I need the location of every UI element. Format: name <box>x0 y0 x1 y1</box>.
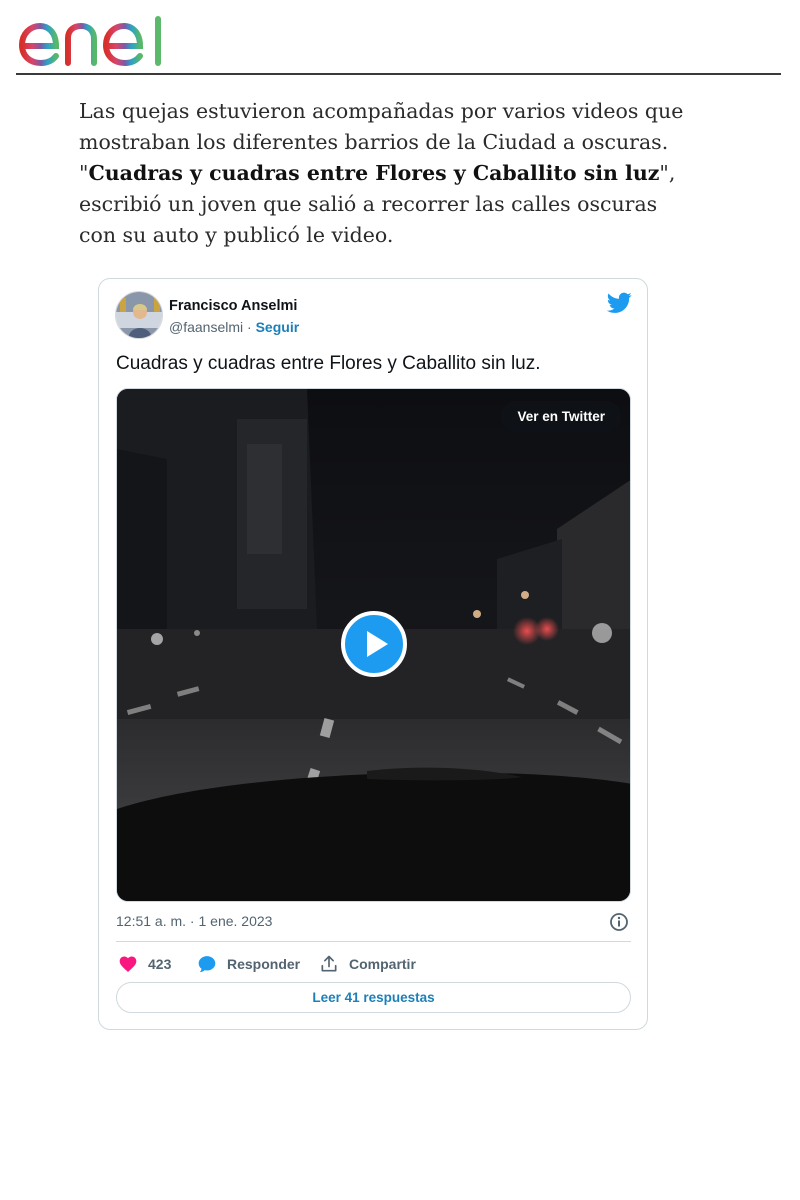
article-quote: Cuadras y cuadras entre Flores y Caballi… <box>88 161 660 185</box>
author-meta: @faanselmi · Seguir <box>169 319 299 335</box>
like-button[interactable]: 423 <box>118 951 171 977</box>
tweet-divider <box>116 941 631 942</box>
read-replies-button[interactable]: Leer 41 respuestas <box>116 982 631 1013</box>
enel-logo[interactable] <box>18 16 170 68</box>
author-handle[interactable]: @faanselmi <box>169 319 243 335</box>
twitter-bird-icon[interactable] <box>606 292 632 314</box>
header-divider <box>16 73 781 75</box>
tweet-timestamp[interactable]: 12:51 a. m. · 1 ene. 2023 <box>116 913 272 929</box>
tweet-actions: 423 Responder Compartir <box>116 951 631 977</box>
reply-label: Responder <box>227 956 301 972</box>
site-header <box>0 0 800 76</box>
author-name[interactable]: Francisco Anselmi <box>169 298 297 314</box>
follow-link[interactable]: Seguir <box>256 319 300 335</box>
tweet-video[interactable]: Ver en Twitter <box>116 388 631 902</box>
reply-button[interactable]: Responder <box>197 951 300 977</box>
author-avatar[interactable] <box>115 291 163 339</box>
like-count: 423 <box>148 956 172 972</box>
info-icon[interactable] <box>609 912 629 932</box>
view-on-twitter-button[interactable]: Ver en Twitter <box>501 401 621 432</box>
tweet-text: Cuadras y cuadras entre Flores y Caballi… <box>116 353 541 374</box>
embedded-tweet: Francisco Anselmi @faanselmi · Seguir Cu… <box>98 278 648 1030</box>
speech-bubble-icon <box>198 956 216 973</box>
share-button[interactable]: Compartir <box>319 951 416 977</box>
play-button[interactable] <box>341 611 407 677</box>
share-upload-icon <box>321 955 337 972</box>
heart-icon <box>119 956 137 972</box>
play-icon <box>367 631 388 657</box>
meta-separator: · <box>243 319 256 335</box>
article-paragraph: Las quejas estuvieron acompañadas por va… <box>79 96 699 251</box>
share-label: Compartir <box>349 956 416 972</box>
